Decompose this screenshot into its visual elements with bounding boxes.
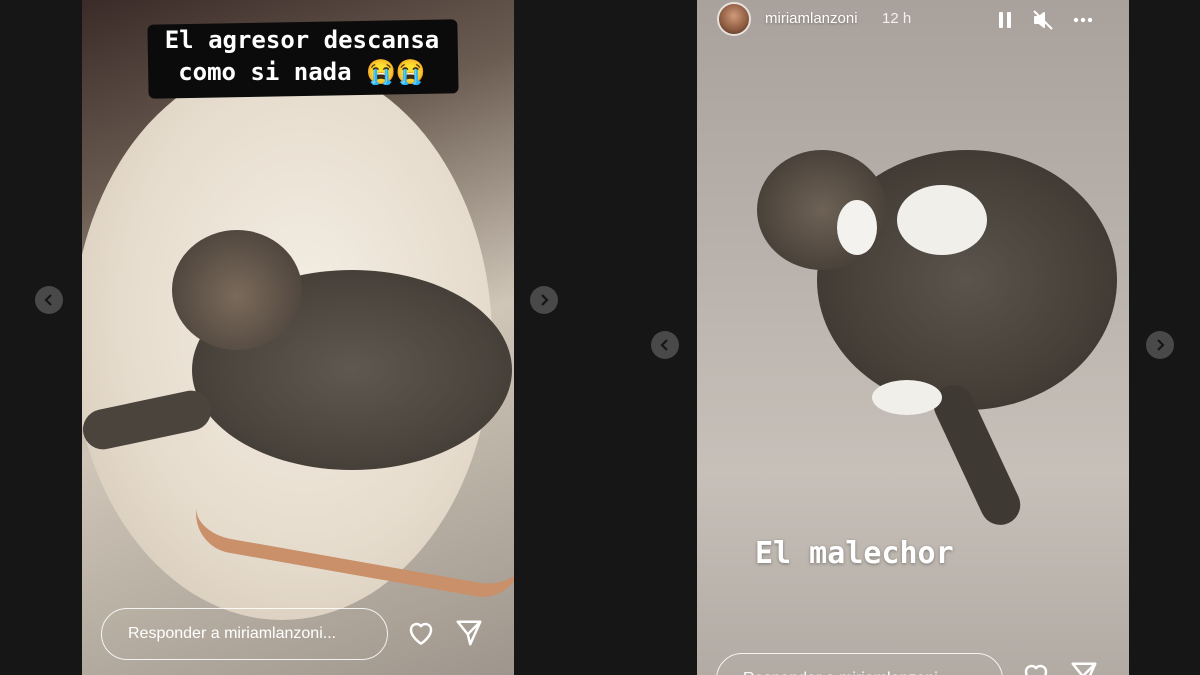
- chevron-right-icon: [1157, 339, 1165, 351]
- caption-line-2: como si nada 😭😭: [178, 58, 426, 86]
- send-icon[interactable]: [454, 618, 484, 648]
- reply-input[interactable]: Responder a miriamlanzoni...: [716, 653, 1003, 675]
- heart-icon[interactable]: [1021, 660, 1051, 675]
- story-header: miriamlanzoni 12 h: [697, 0, 1129, 40]
- timestamp: 12 h: [882, 10, 912, 27]
- username[interactable]: miriamlanzoni: [765, 10, 858, 27]
- cat-white-chest: [897, 185, 987, 255]
- prev-story-button[interactable]: [651, 331, 679, 359]
- more-icon[interactable]: [1071, 8, 1095, 32]
- send-icon[interactable]: [1069, 660, 1099, 675]
- prev-story-button[interactable]: [35, 286, 63, 314]
- cat-back-paw: [872, 380, 942, 415]
- caption-line-1: El agresor descansa: [164, 26, 440, 54]
- chevron-left-icon: [44, 294, 52, 306]
- heart-icon[interactable]: [406, 618, 436, 648]
- avatar[interactable]: [717, 2, 751, 36]
- chevron-left-icon: [660, 339, 668, 351]
- mute-icon[interactable]: [1031, 8, 1055, 32]
- chevron-right-icon: [541, 294, 549, 306]
- cat-head: [172, 230, 302, 350]
- story-panel-right[interactable]: miriamlanzoni 12 h El malechor Responder…: [697, 0, 1129, 675]
- next-story-button[interactable]: [1146, 331, 1174, 359]
- story-caption: El malechor: [755, 536, 954, 571]
- reply-input[interactable]: Responder a miriamlanzoni...: [101, 608, 388, 660]
- cat-paw: [837, 200, 877, 255]
- next-story-button[interactable]: [530, 286, 558, 314]
- story-caption: El agresor descansa como si nada 😭😭: [152, 24, 452, 88]
- story-panel-left[interactable]: El agresor descansa como si nada 😭😭 Resp…: [82, 0, 514, 675]
- pause-icon[interactable]: [993, 8, 1017, 32]
